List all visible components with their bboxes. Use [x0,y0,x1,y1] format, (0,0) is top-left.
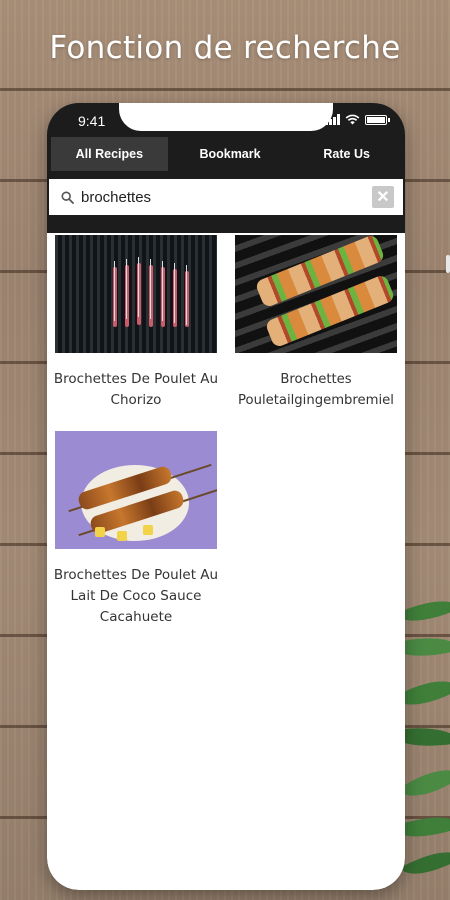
plant-stem-decoration [446,255,450,273]
recipe-title-2: Brochettes Pouletailgingembremiel [238,372,394,408]
wifi-icon [345,114,360,125]
recipe-thumbnail-3 [55,431,217,549]
phone-notch [119,103,333,131]
promo-headline: Fonction de recherche [49,30,401,66]
signal-icon [325,114,340,125]
battery-icon [365,114,390,125]
recipe-thumbnail-2 [235,235,397,353]
recipe-card-1[interactable]: Brochettes De Poulet Au Chorizo [47,233,225,433]
recipe-thumbnail-1 [55,235,217,353]
phone-frame: 9:41 All Recipes Bookmark Rate Us ✕ [47,103,405,890]
recipe-card-2[interactable]: Brochettes Pouletailgingembremiel [227,233,405,433]
status-time: 9:41 [78,113,106,129]
tab-bar: All Recipes Bookmark Rate Us [47,135,405,173]
recipe-title-1: Brochettes De Poulet Au Chorizo [53,371,219,408]
recipe-title-3: Brochettes De Poulet Au Lait De Coco Sau… [53,567,219,625]
results-grid: Brochettes De Poulet Au Chorizo Brochett… [47,233,405,890]
search-input[interactable] [79,188,372,206]
clear-search-button[interactable]: ✕ [372,186,394,208]
tab-all-recipes[interactable]: All Recipes [51,137,168,171]
status-icons [325,114,390,125]
search-bar: ✕ [49,179,403,215]
tab-bookmark[interactable]: Bookmark [172,135,289,173]
recipe-card-3[interactable]: Brochettes De Poulet Au Lait De Coco Sau… [47,429,225,649]
search-icon [55,190,79,204]
status-bar: 9:41 [47,103,405,135]
tab-rate-us[interactable]: Rate Us [288,135,405,173]
